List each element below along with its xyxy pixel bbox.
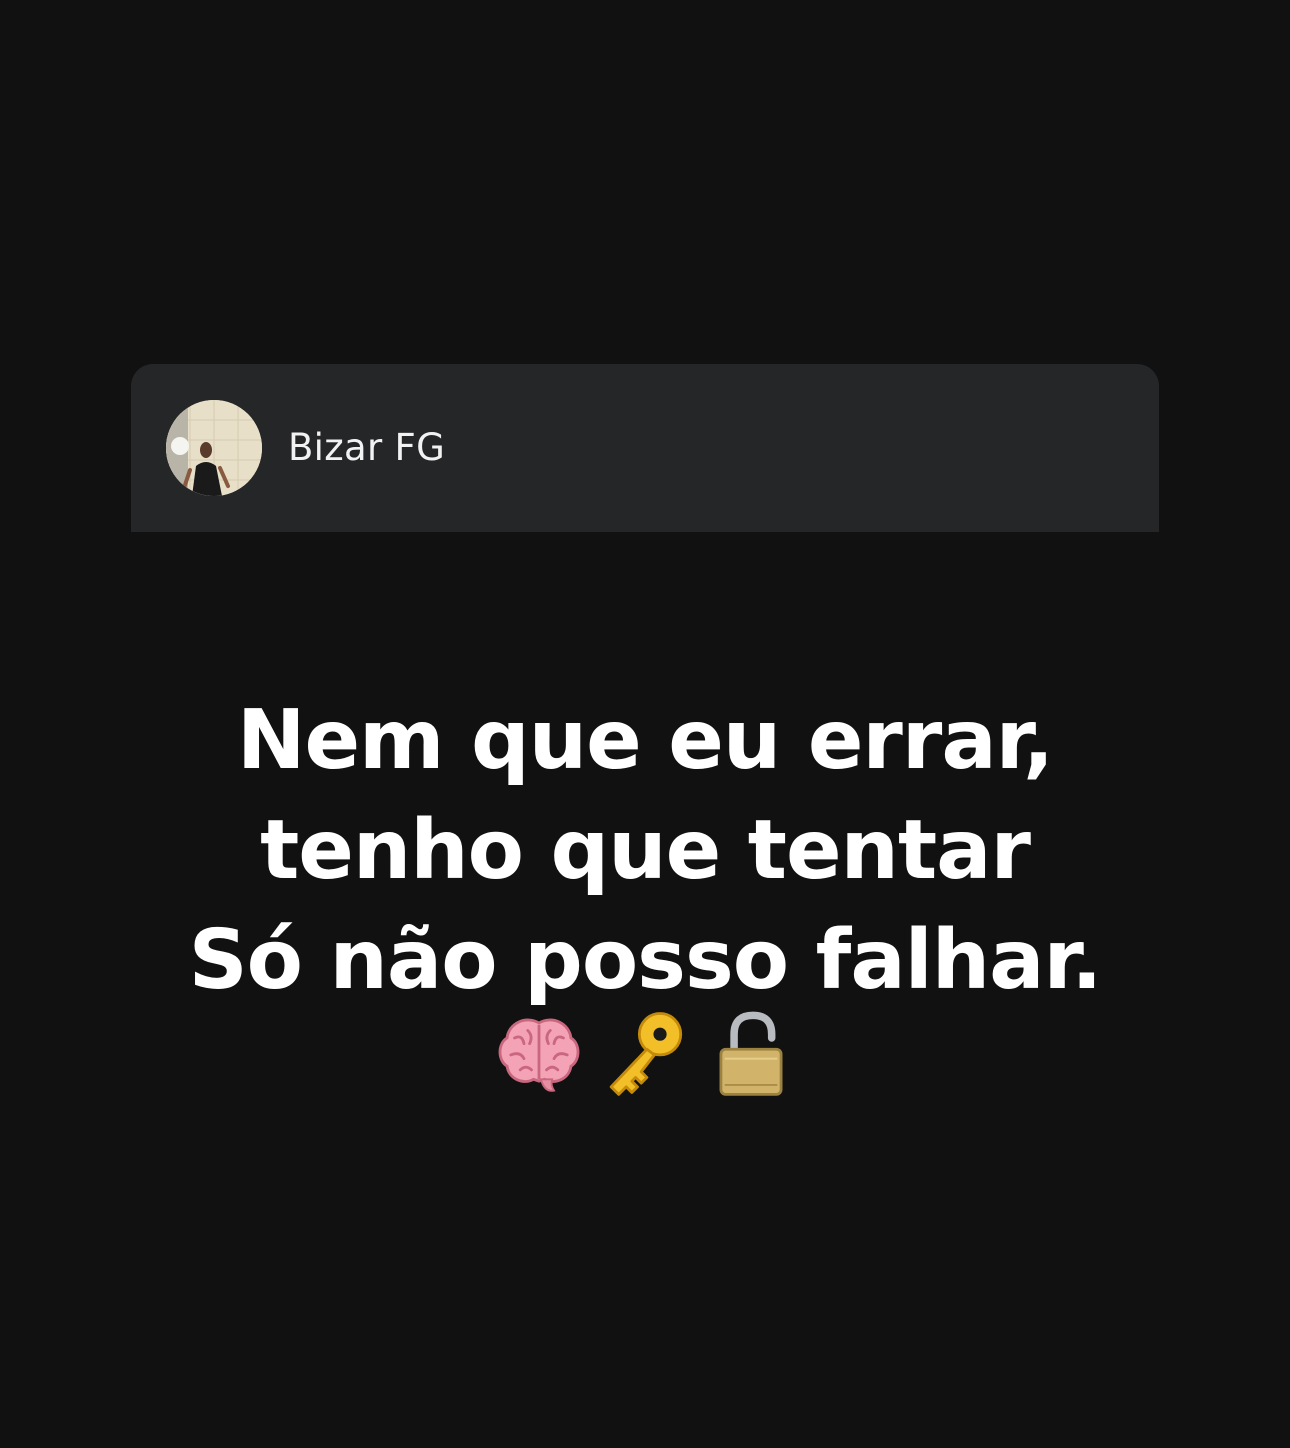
question-sticker-header: Bizar FG <box>131 364 1159 532</box>
brain-icon <box>498 1018 580 1092</box>
quote-line-1: Nem que eu errar, <box>236 693 1054 788</box>
quote-line-3: Só não posso falhar. <box>188 913 1103 1008</box>
open-lock-icon <box>719 1011 783 1096</box>
quote-text: Nem que eu errar, tenho que tentar Só nã… <box>0 686 1290 1016</box>
username: Bizar FG <box>288 426 446 469</box>
emoji-row <box>0 1006 1290 1100</box>
key-icon <box>609 1012 683 1096</box>
avatar[interactable] <box>166 400 262 496</box>
quote-line-2: tenho que tentar <box>260 803 1031 898</box>
avatar-photo <box>166 400 262 496</box>
